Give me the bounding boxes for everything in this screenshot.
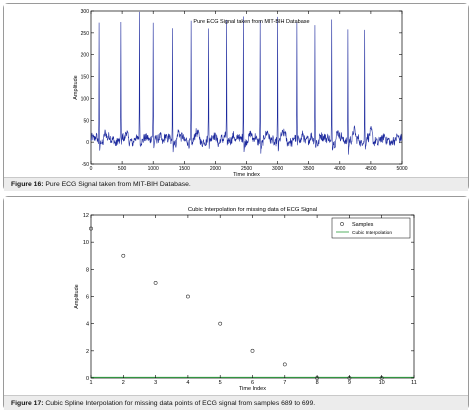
ecg-signal-chart: -500501001502002503000 500 1000 1500 2000 250…: [73, 9, 408, 178]
figure-16-image: -50 0 50 100 150 200 250 300 0 500 1000 1500 2000 250…: [4, 4, 468, 178]
interp-ytick-label: 6: [86, 295, 89, 301]
interp-xtick-label: 3: [154, 380, 157, 386]
ecg-xtick-label: 3000: [272, 166, 283, 172]
ecg-chart-title: Pure ECG Signal taken from MIT-BIH Datab…: [193, 19, 309, 25]
interp-chart-title: Cubic Interpolation for missing data of …: [188, 207, 317, 213]
ecg-xtick-label: 4000: [334, 166, 345, 172]
ecg-xtick-label: 500: [118, 166, 127, 172]
figure-16-caption-text: Pure ECG Signal taken from MIT-BIH Datab…: [43, 181, 191, 188]
ecg-xtick-label: 3500: [303, 166, 314, 172]
figure-17-caption-text: Cubic Spline Interpolation for missing d…: [43, 400, 316, 407]
interp-ytick-label: 4: [86, 322, 89, 328]
ecg-xtick-label: 5000: [396, 166, 407, 172]
interp-xtick-label: 10: [379, 380, 385, 386]
figure-16-panel: -50 0 50 100 150 200 250 300 0 500 1000 1500 2000 250…: [3, 3, 469, 191]
interp-xaxis-label: Time Index: [239, 386, 266, 392]
figure-16-caption-label: Figure 16:: [11, 181, 44, 188]
cubic-interpolation-chart: 0246810121 2 3 4 5 6 7 8 9 10 11Cubic Interpolatio…: [74, 207, 417, 392]
interp-yaxis-label: Amplitude: [74, 284, 80, 308]
ecg-ytick-label: 50: [83, 118, 89, 124]
figure-16-caption: Figure 16: Pure ECG Signal taken from MI…: [4, 177, 468, 191]
interp-ytick-label: 10: [83, 240, 89, 246]
interp-plot-area: [90, 214, 415, 379]
figure-17-caption: Figure 17: Cubic Spline Interpolation fo…: [4, 395, 468, 410]
ecg-ytick-label: 150: [81, 75, 90, 81]
interp-xtick-label: 8: [316, 380, 319, 386]
ecg-ytick-label: 300: [81, 9, 90, 15]
interp-xtick-label: 4: [186, 380, 189, 386]
interp-xtick-label: 2: [122, 380, 125, 386]
ecg-ytick-label: -50: [82, 162, 89, 168]
ecg-ytick-label: 0: [86, 140, 89, 146]
figure-17-image: 0 2 4 6 8 10 12 1 2 3 4 5 6 7 8 9 10 11 Cubic Interpolatio…: [4, 197, 468, 394]
ecg-ytick-label: 250: [81, 31, 90, 37]
ecg-xtick-label: 4500: [365, 166, 376, 172]
interp-ytick-label: 12: [83, 213, 89, 219]
interp-xtick-label: 7: [283, 380, 286, 386]
ecg-ytick-label: 200: [81, 53, 90, 59]
ecg-xtick-label: 0: [90, 166, 93, 172]
interp-ytick-label: 8: [86, 267, 89, 273]
interp-xtick-label: 1: [89, 380, 92, 386]
ecg-ytick-label: 100: [81, 96, 90, 102]
ecg-xtick-label: 1500: [179, 166, 190, 172]
interp-xtick-label: 9: [348, 380, 351, 386]
interp-ytick-label: 2: [86, 349, 89, 355]
legend-samples-label: Samples: [352, 222, 374, 228]
ecg-yaxis-label: Amplitude: [73, 75, 79, 99]
interp-xtick-label: 11: [411, 380, 417, 386]
figure-17-caption-label: Figure 17:: [11, 400, 44, 407]
figure-17-panel: 0 2 4 6 8 10 12 1 2 3 4 5 6 7 8 9 10 11 Cubic Interpolatio…: [3, 196, 469, 410]
ecg-xtick-label: 2000: [210, 166, 221, 172]
interp-xtick-label: 5: [219, 380, 222, 386]
interp-legend: Samples Cubic Interpolation: [331, 217, 411, 239]
legend-interp-label: Cubic Interpolation: [352, 230, 392, 236]
ecg-xtick-label: 1000: [148, 166, 159, 172]
